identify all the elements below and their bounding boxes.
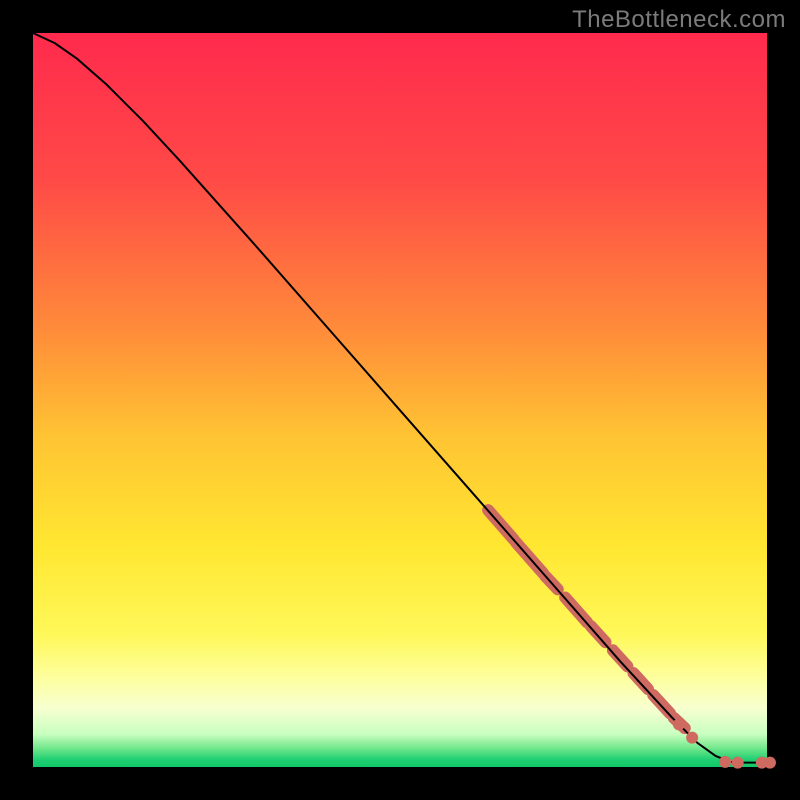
marker-point bbox=[719, 756, 731, 768]
bottleneck-chart bbox=[0, 0, 800, 800]
marker-point bbox=[686, 732, 698, 744]
marker-point bbox=[764, 757, 776, 769]
chart-container: TheBottleneck.com bbox=[0, 0, 800, 800]
watermark-text: TheBottleneck.com bbox=[572, 6, 786, 34]
marker-point bbox=[732, 757, 744, 769]
marker-point bbox=[673, 718, 685, 730]
plot-background bbox=[33, 33, 767, 767]
